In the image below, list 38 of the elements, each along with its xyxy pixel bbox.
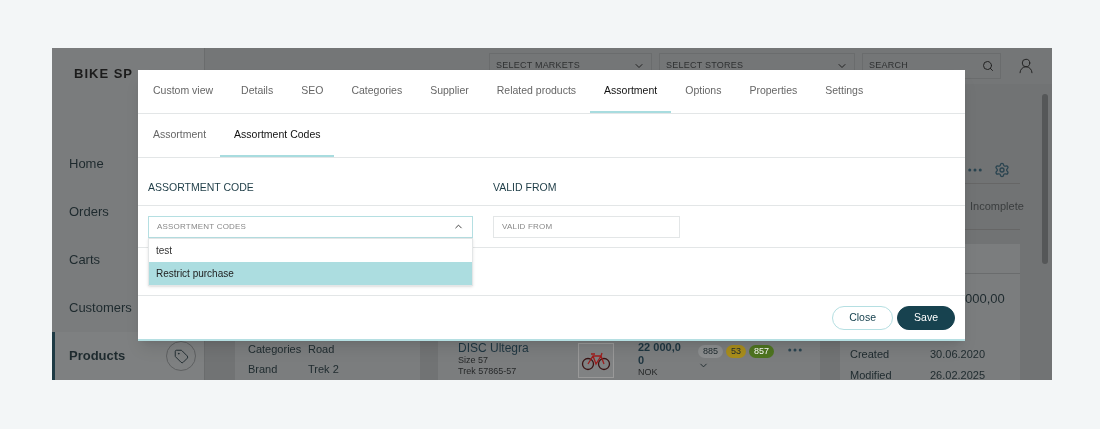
column-header: ASSORTMENT CODE — [148, 179, 255, 195]
valid-from-field[interactable]: VALID FROM — [493, 215, 680, 238]
product-size: Size 57 — [458, 355, 490, 366]
tab[interactable]: Supplier — [416, 70, 483, 113]
dropdown-option[interactable]: test — [149, 238, 472, 262]
stock-badge: 857 — [749, 345, 775, 358]
attribute-value: Trek 2 — [308, 362, 339, 377]
attribute-label: Categories — [248, 342, 303, 357]
dropdown-option[interactable]: Restrict purchase — [149, 261, 472, 285]
product-price: 22 000,00 — [638, 341, 682, 367]
tab[interactable]: Assortment — [590, 70, 672, 113]
tab[interactable]: SEO — [287, 70, 338, 113]
settings-icon[interactable] — [994, 161, 1010, 178]
tab[interactable]: Categories — [337, 70, 417, 113]
product-sku: Trek 57865-57 — [458, 366, 518, 377]
attribute-value: Road — [308, 342, 335, 357]
subtab[interactable]: Assortment Codes — [220, 114, 335, 157]
date-label: Modified — [850, 368, 893, 380]
subtab[interactable]: Assortment — [139, 114, 221, 157]
bicycle-icon — [581, 350, 611, 371]
column-header: VALID FROM — [493, 179, 557, 195]
close-button[interactable]: Close — [832, 305, 894, 330]
stock-badge: 53 — [726, 345, 747, 358]
assortment-codes-select[interactable]: ASSORTMENT CODES — [148, 215, 473, 238]
logo: BIKE SP — [74, 64, 133, 83]
price-text: 000,00 — [965, 290, 1005, 309]
search-icon — [982, 60, 994, 72]
tab[interactable]: Details — [227, 70, 288, 113]
save-button[interactable]: Save — [897, 305, 955, 330]
attribute-label: Brand — [248, 362, 279, 377]
nav-item[interactable]: Products — [52, 332, 204, 380]
product-currency: NOK — [638, 367, 659, 378]
scrollbar-thumb[interactable] — [1042, 94, 1048, 264]
date-label: Created — [850, 347, 891, 363]
date-value: 26.02.2025 — [930, 368, 986, 380]
stock-badge: 885 — [698, 345, 724, 358]
tab[interactable]: Custom view — [139, 70, 228, 113]
date-value: 30.06.2020 — [930, 347, 986, 363]
